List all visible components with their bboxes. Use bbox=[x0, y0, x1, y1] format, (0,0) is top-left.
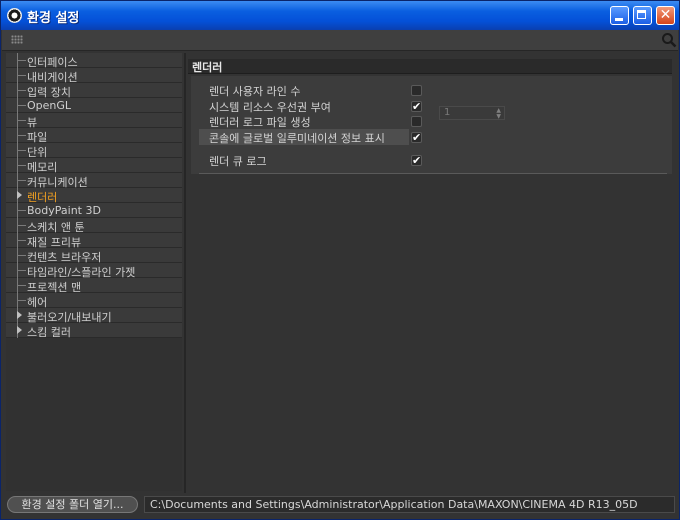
preferences-window: 환경 설정 ✕ 인터페이스 내비게이션 입력 장치 OpenGL 뷰 파일 단위 메모리 커뮤니… bbox=[0, 0, 680, 520]
window-title: 환경 설정 bbox=[27, 11, 80, 26]
sidebar-item[interactable]: 재질 프리뷰 bbox=[6, 233, 182, 249]
tree-branch bbox=[17, 135, 26, 136]
expand-arrow-icon[interactable] bbox=[17, 311, 22, 319]
minimize-button[interactable] bbox=[610, 6, 629, 25]
sidebar-item[interactable]: 인터페이스 bbox=[6, 53, 182, 69]
option-checkbox[interactable] bbox=[411, 116, 422, 127]
section-header: 렌더러 bbox=[188, 59, 672, 74]
minimize-icon bbox=[615, 18, 623, 21]
option-row: 렌더러 로그 파일 생성 bbox=[199, 113, 669, 129]
open-preferences-folder-button[interactable]: 환경 설정 폴더 열기... bbox=[7, 496, 138, 513]
option-row: 렌더 큐 로그 ✔ bbox=[199, 152, 669, 168]
sidebar-item[interactable]: 파일 bbox=[6, 128, 182, 144]
tree-branch bbox=[17, 240, 26, 241]
tree-branch bbox=[17, 300, 26, 301]
expand-arrow-icon[interactable] bbox=[17, 326, 22, 334]
tree-branch bbox=[17, 225, 26, 226]
sidebar-item-label: 스킴 컬러 bbox=[27, 326, 71, 339]
option-checkbox[interactable]: ✔ bbox=[411, 132, 422, 143]
sidebar-item[interactable]: 스킴 컬러 bbox=[6, 323, 182, 339]
checkmark-icon: ✔ bbox=[412, 100, 422, 113]
close-button[interactable]: ✕ bbox=[656, 6, 675, 25]
category-tree: 인터페이스 내비게이션 입력 장치 OpenGL 뷰 파일 단위 메모리 커뮤니케이션 렌더러 Bo… bbox=[6, 53, 182, 491]
close-icon: ✕ bbox=[659, 7, 672, 23]
option-label: 렌더 큐 로그 bbox=[209, 155, 267, 168]
checkmark-icon: ✔ bbox=[412, 131, 422, 144]
sidebar-item-label: BodyPaint 3D bbox=[27, 204, 101, 217]
sidebar-item[interactable]: 내비게이션 bbox=[6, 68, 182, 84]
grip-icon[interactable] bbox=[11, 35, 23, 44]
option-checkbox[interactable] bbox=[411, 85, 422, 96]
sidebar-item[interactable]: 메모리 bbox=[6, 158, 182, 174]
tree-branch bbox=[17, 90, 26, 91]
sidebar-item[interactable]: BodyPaint 3D bbox=[6, 203, 182, 218]
separator bbox=[199, 173, 667, 174]
tree-branch bbox=[17, 75, 26, 76]
tree-branch bbox=[17, 270, 26, 271]
sidebar-item[interactable]: 커뮤니케이션 bbox=[6, 173, 182, 189]
tree-branch bbox=[17, 165, 26, 166]
settings-panel: 렌더러 1 ▲ ▼ 렌더 사용자 라인 수 시스템 리소스 우선권 부여 ✔ 렌더러 로… bbox=[188, 53, 676, 493]
preferences-path: C:\Documents and Settings\Administrator\… bbox=[144, 496, 675, 513]
sidebar-item[interactable]: 컨텐츠 브라우저 bbox=[6, 248, 182, 264]
option-label: 렌더러 로그 파일 생성 bbox=[209, 116, 311, 129]
splitter[interactable] bbox=[184, 53, 186, 493]
option-label: 렌더 사용자 라인 수 bbox=[209, 85, 301, 98]
cinema4d-icon bbox=[7, 8, 22, 23]
sidebar-item[interactable]: 타임라인/스플라인 가젯 bbox=[6, 263, 182, 279]
section-title: 렌더러 bbox=[192, 61, 223, 74]
tree-branch bbox=[17, 210, 26, 211]
option-checkbox[interactable]: ✔ bbox=[411, 155, 422, 166]
option-row: 시스템 리소스 우선권 부여 ✔ bbox=[199, 98, 669, 114]
tree-branch bbox=[17, 255, 26, 256]
sidebar-item[interactable]: 뷰 bbox=[6, 113, 182, 129]
sidebar-item[interactable]: 단위 bbox=[6, 143, 182, 159]
renderer-options: 1 ▲ ▼ 렌더 사용자 라인 수 시스템 리소스 우선권 부여 ✔ 렌더러 로그 파일… bbox=[191, 76, 672, 174]
maximize-icon bbox=[637, 10, 646, 19]
option-row: 콘솔에 글로벌 일루미네이션 정보 표시 ✔ bbox=[199, 129, 669, 145]
sidebar-item[interactable]: 불러오기/내보내기 bbox=[6, 308, 182, 324]
sidebar-item[interactable]: 스케치 앤 툰 bbox=[6, 218, 182, 234]
maximize-button[interactable] bbox=[633, 6, 652, 25]
title-bar[interactable]: 환경 설정 ✕ bbox=[1, 1, 679, 30]
tree-branch bbox=[17, 60, 26, 61]
sidebar-item[interactable]: 입력 장치 bbox=[6, 83, 182, 99]
tree-branch bbox=[17, 120, 26, 121]
sidebar-item-label: OpenGL bbox=[27, 99, 72, 112]
sidebar-item[interactable]: 프로젝션 맨 bbox=[6, 278, 182, 294]
sidebar-item[interactable]: 헤어 bbox=[6, 293, 182, 309]
expand-arrow-icon[interactable] bbox=[17, 191, 22, 199]
tree-branch bbox=[17, 105, 26, 106]
toolbar bbox=[2, 30, 678, 51]
option-label: 콘솔에 글로벌 일루미네이션 정보 표시 bbox=[209, 132, 385, 145]
option-checkbox[interactable]: ✔ bbox=[411, 101, 422, 112]
tree-branch bbox=[17, 285, 26, 286]
sidebar-item[interactable]: 렌더러 bbox=[6, 188, 182, 204]
checkmark-icon: ✔ bbox=[412, 154, 422, 167]
tree-branch bbox=[17, 150, 26, 151]
tree-branch bbox=[17, 180, 26, 181]
option-row: 렌더 사용자 라인 수 bbox=[199, 82, 669, 98]
sidebar-item[interactable]: OpenGL bbox=[6, 98, 182, 113]
search-icon[interactable] bbox=[661, 32, 677, 48]
status-bar: 환경 설정 폴더 열기... C:\Documents and Settings… bbox=[2, 494, 678, 518]
